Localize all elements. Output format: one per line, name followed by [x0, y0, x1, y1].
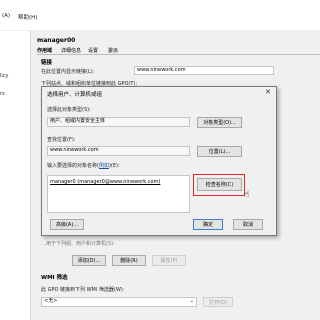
tab-scope[interactable]: 作用域 — [37, 47, 52, 54]
links-section-title: 链接 — [41, 60, 53, 66]
remove-button[interactable]: 删除(R) — [112, 255, 146, 266]
show-links-label: 在此位置内显示链接(L): — [41, 69, 95, 75]
tab-details[interactable]: 详细信息 — [61, 47, 81, 54]
menu-bar — [0, 0, 320, 30]
console-tree: licy rs — [0, 31, 31, 320]
gpo-title: manager00 — [37, 37, 76, 44]
location-field: www.ninework.com — [47, 146, 190, 156]
security-filter-label: …用于下列组、用户和计算机(S): — [41, 241, 115, 247]
close-icon[interactable]: ✕ — [265, 88, 271, 96]
enter-names-label: 输入要选择的对象名称(例如)(E): — [47, 163, 120, 169]
location-label: 查找位置(F): — [47, 137, 76, 143]
wmi-filter-label: 此 GPO 链接到下列 WMI 筛选器(W): — [41, 287, 125, 293]
tab-settings[interactable]: 设置 — [88, 47, 98, 54]
wmi-filter-dropdown[interactable]: <无> ⌄ — [41, 297, 197, 307]
tab-delegation[interactable]: 委派 — [108, 47, 118, 54]
wmi-filter-value: <无> — [44, 298, 58, 304]
tree-item-users[interactable]: rs — [0, 91, 5, 97]
cursor-icon: ☝ — [244, 190, 250, 200]
show-links-dropdown[interactable]: www.ninework.com — [134, 66, 274, 75]
menu-item-action[interactable]: (A) — [2, 13, 10, 19]
wmi-section-title: WMI 筛选 — [41, 275, 68, 281]
check-names-button[interactable]: 检查名称(C) — [197, 178, 242, 191]
locations-button[interactable]: 位置(L)... — [197, 146, 242, 157]
object-names-input[interactable]: manager0 (manager0@www.ninework.com) — [47, 175, 190, 213]
properties-button[interactable]: 属性(P) — [152, 255, 186, 266]
object-types-button[interactable]: 对象类型(O)... — [197, 117, 242, 128]
dialog-title: 选择用户、计算机或组 — [47, 92, 103, 98]
ok-button[interactable]: 确定 — [193, 219, 223, 230]
menu-item-help[interactable]: 帮助(H) — [18, 13, 37, 21]
chevron-down-icon: ⌄ — [189, 298, 194, 304]
object-type-label: 选择此对象类型(S): — [47, 107, 91, 113]
tab-divider — [37, 54, 320, 55]
examples-link[interactable]: 例如 — [99, 163, 109, 169]
object-type-field: 用户、组或内置安全主体 — [47, 117, 190, 127]
tree-item-policy[interactable]: licy — [0, 73, 9, 79]
advanced-button[interactable]: 高级(A)... — [50, 219, 84, 230]
entered-object-name: manager0 (manager0@www.ninework.com) — [50, 179, 161, 185]
cancel-button[interactable]: 取消 — [233, 219, 263, 230]
open-button[interactable]: 打开(O) — [203, 297, 233, 307]
add-button[interactable]: 添加(D)... — [72, 255, 106, 266]
